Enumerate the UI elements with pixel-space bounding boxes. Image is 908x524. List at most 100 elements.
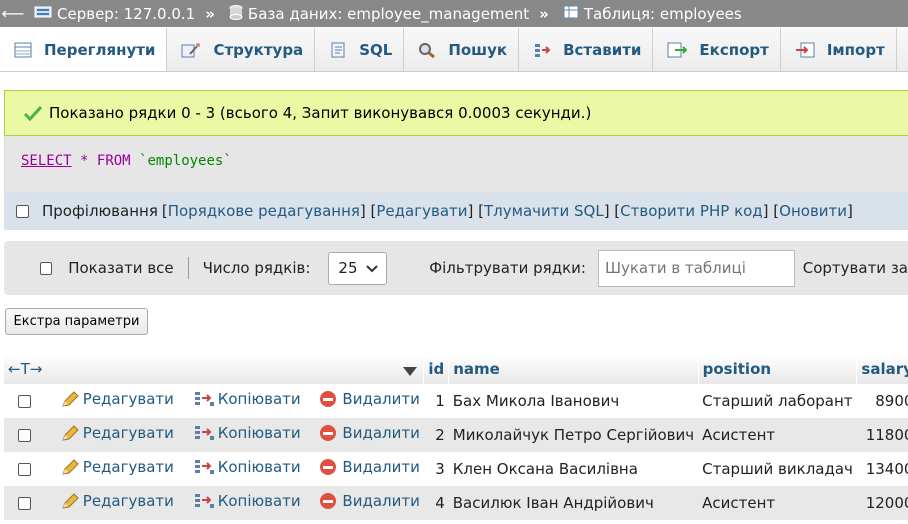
tab-label: Пошук [448,41,508,59]
tab-more[interactable] [896,28,908,71]
sql-keyword-select[interactable]: SELECT [21,153,72,169]
cell-position: Старший викладач [698,452,857,486]
breadcrumb-database[interactable]: База даних: employee_management [221,4,529,24]
copy-button[interactable]: Копіювати [193,390,301,408]
profiling-row: Профілювання [ Порядкове редагування ] [… [4,192,908,230]
copy-button[interactable]: Копіювати [193,492,301,510]
delete-button[interactable]: Видалити [319,492,420,510]
link-refresh[interactable]: Оновити [779,202,847,220]
breadcrumb-server[interactable]: Сервер: 127.0.0.1 [26,5,195,23]
extra-options-button[interactable]: Екстра параметри [5,308,148,335]
filter-rows-input[interactable]: Шукати в таблиці [597,249,795,287]
cell-name: Миколайчук Петро Сергійович [448,418,699,452]
delete-label: Видалити [342,424,420,442]
edit-button[interactable]: Редагувати [60,492,174,510]
link-inline-edit[interactable]: Порядкове редагування [168,202,360,220]
column-controls-header: ←T→ [4,354,425,384]
delete-icon [320,391,337,407]
tab-search[interactable]: Пошук [404,28,520,71]
rows-count-value: 25 [338,259,358,277]
edit-button[interactable]: Редагувати [60,458,174,476]
show-all-checkbox[interactable] [40,261,53,275]
rows-count-label: Число рядків: [202,259,311,277]
link-edit[interactable]: Редагувати [376,202,467,220]
delete-icon [320,425,337,441]
delete-icon [320,459,337,475]
profiling-label: Профілювання [42,202,158,220]
row-checkbox[interactable] [18,395,31,408]
success-message-text: Показано рядки 0 - 3 (всього 4, Запит ви… [49,104,592,122]
sql-icon [329,42,347,58]
copy-label: Копіювати [217,390,301,408]
back-arrow-icon[interactable]: ⟵ [0,4,26,23]
column-header-id[interactable]: id [423,354,450,384]
edit-button[interactable]: Редагувати [60,424,174,442]
link-create-php[interactable]: Створити PHP код [620,202,763,220]
copy-icon [194,460,214,474]
cell-name: Бах Микола Іванович [448,384,699,418]
column-arrows-icon[interactable]: ←T→ [8,360,42,378]
copy-label: Копіювати [217,492,301,510]
column-header-salary[interactable]: salary [856,354,908,384]
tab-structure[interactable]: Структура [167,28,316,71]
table-row: Редагувати Копіювати Видалити 2 Миколайч… [4,418,908,452]
delete-label: Видалити [342,492,420,510]
cell-salary: 8900 [856,384,908,418]
delete-label: Видалити [342,390,420,408]
results-table: ←T→ id name position salary Редагувати К… [4,354,908,520]
table-row: Редагувати Копіювати Видалити 3 Клен Окс… [4,452,908,486]
filter-rows-placeholder: Шукати в таблиці [604,259,746,277]
delete-button[interactable]: Видалити [319,390,420,408]
tab-sql[interactable]: SQL [315,28,405,71]
edit-label: Редагувати [82,458,174,476]
copy-button[interactable]: Копіювати [193,424,301,442]
breadcrumb-table[interactable]: Таблиця: employees [555,5,742,23]
row-actions: Редагувати Копіювати Видалити [4,384,424,418]
link-explain-sql[interactable]: Тлумачити SQL [484,202,604,220]
column-header-position[interactable]: position [698,354,858,384]
edit-label: Редагувати [82,492,174,510]
checkmark-icon [23,105,43,121]
tab-browse[interactable]: Переглянути [0,28,168,71]
row-checkbox[interactable] [18,497,31,510]
copy-button[interactable]: Копіювати [193,458,301,476]
insert-icon [533,42,551,58]
copy-icon [194,494,214,508]
pencil-icon [61,459,79,475]
cell-id: 2 [423,418,449,452]
search-icon [418,42,436,58]
profiling-checkbox[interactable] [16,204,29,218]
table-body: Редагувати Копіювати Видалити 1 Бах Мико… [4,384,908,520]
database-icon [229,4,243,24]
browse-icon [14,42,32,58]
delete-button[interactable]: Видалити [319,458,420,476]
divider [187,257,189,279]
success-message: Показано рядки 0 - 3 (всього 4, Запит ви… [4,90,908,136]
cell-position: Асистент [698,486,857,520]
navigation-bar: Показати все Число рядків: 25 Фільтруват… [4,241,908,295]
copy-icon [194,426,214,440]
column-header-name[interactable]: name [448,354,699,384]
row-checkbox[interactable] [18,463,31,476]
delete-label: Видалити [342,458,420,476]
tab-import[interactable]: Імпорт [780,28,897,71]
row-actions: Редагувати Копіювати Видалити [4,452,424,486]
sql-table-name: `employees` [139,153,232,169]
column-dropdown-icon[interactable] [403,363,418,381]
cell-position: Старший лаборант [698,384,857,418]
edit-button[interactable]: Редагувати [60,390,174,408]
pencil-icon [61,391,79,407]
row-checkbox[interactable] [18,429,31,442]
sort-by-label: Сортувати за [802,259,908,277]
tab-export[interactable]: Експорт [653,28,781,71]
delete-button[interactable]: Видалити [319,424,420,442]
cell-id: 1 [423,384,449,418]
show-all-label: Показати все [68,259,174,277]
cell-position: Асистент [698,418,857,452]
rows-count-select[interactable]: 25 [328,251,388,285]
cell-salary: 11800 [856,418,908,452]
breadcrumb-separator: » [205,4,215,23]
import-icon [795,42,815,58]
tab-insert[interactable]: Вставити [519,28,654,71]
pencil-icon [61,493,79,509]
